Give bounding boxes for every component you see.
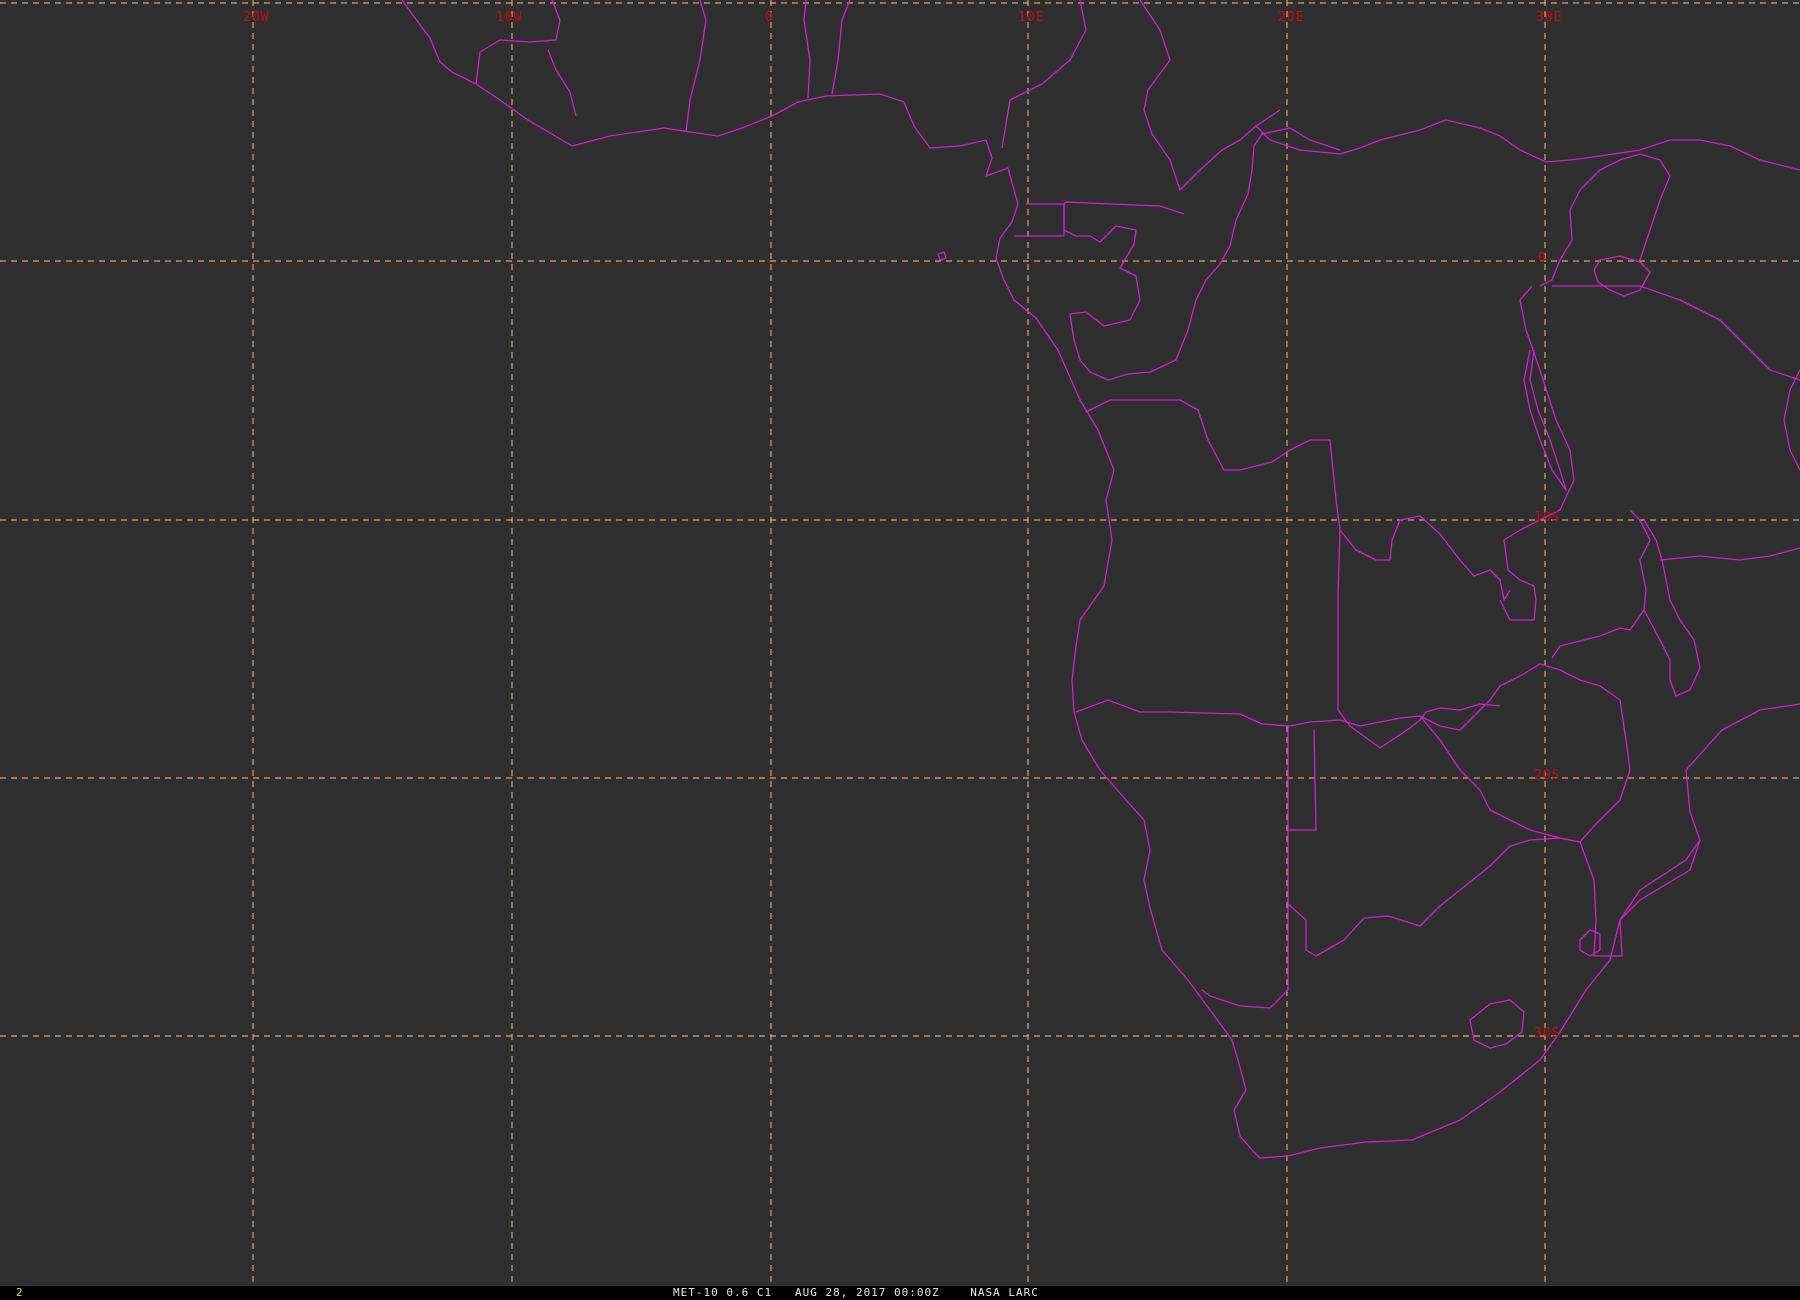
lesotho	[1469, 999, 1525, 1049]
longitude-label-20w: 20W	[243, 10, 270, 25]
latitude-label-10s: 10S	[1534, 510, 1561, 525]
border-gabon	[1014, 204, 1065, 237]
border-namibia-sa	[1201, 830, 1289, 1009]
border-tanzania-south	[1659, 547, 1800, 561]
border-nw-3	[685, 0, 707, 133]
border-botswana-sa	[1287, 837, 1561, 957]
latitude-label-0: 0	[1538, 251, 1547, 266]
satellite-viewer: 20W 10W 0 10E 20E 30E 0 10S 20S 30S 2 ME…	[0, 0, 1800, 1300]
longitude-label-20e: 20E	[1278, 10, 1305, 25]
border-malawi	[1643, 519, 1701, 697]
border-nw-2	[547, 49, 577, 117]
longitude-label-10e: 10E	[1018, 10, 1045, 25]
lake-victoria	[1593, 255, 1651, 297]
latitude-label-20s: 20S	[1534, 768, 1561, 783]
border-drc-east	[1499, 285, 1575, 621]
longitude-label-30e: 30E	[1536, 10, 1563, 25]
border-nw-4	[803, 0, 811, 99]
border-car	[1063, 201, 1185, 215]
border-congo-angola	[1085, 399, 1511, 601]
bioko-island	[937, 251, 947, 261]
border-angola-namibia	[1075, 699, 1421, 727]
swaziland	[1579, 929, 1601, 957]
africa-coastline	[401, 0, 1800, 1159]
border-zimbabwe	[1419, 663, 1631, 843]
longitude-label-10w: 10W	[496, 10, 523, 25]
border-zambia-malawi	[1551, 509, 1651, 659]
border-cameroon	[1026, 169, 1253, 381]
image-caption: MET-10 0.6 C1 AUG 28, 2017 00:00Z NASA L…	[673, 1286, 1039, 1299]
coastlines-and-borders	[401, 0, 1800, 1159]
frame-number: 2	[16, 1286, 23, 1299]
status-bar: 2 MET-10 0.6 C1 AUG 28, 2017 00:00Z NASA…	[0, 1286, 1800, 1300]
border-central-2	[1139, 0, 1281, 191]
border-uganda-rwanda	[1539, 153, 1671, 287]
latitude-grid	[0, 2, 1800, 1037]
satellite-map[interactable]: 20W 10W 0 10E 20E 30E 0 10S 20S 30S	[0, 0, 1800, 1286]
longitude-label-0: 0	[765, 10, 774, 25]
border-central-3	[1255, 119, 1800, 171]
east-coast	[1783, 369, 1800, 471]
border-tanzania	[1552, 285, 1800, 381]
border-angola-zambia	[1337, 529, 1501, 749]
latitude-label-30s: 30S	[1534, 1026, 1561, 1041]
map-overlay	[0, 0, 1800, 1286]
longitude-grid	[252, 0, 1546, 1286]
border-nw-5	[831, 0, 851, 95]
